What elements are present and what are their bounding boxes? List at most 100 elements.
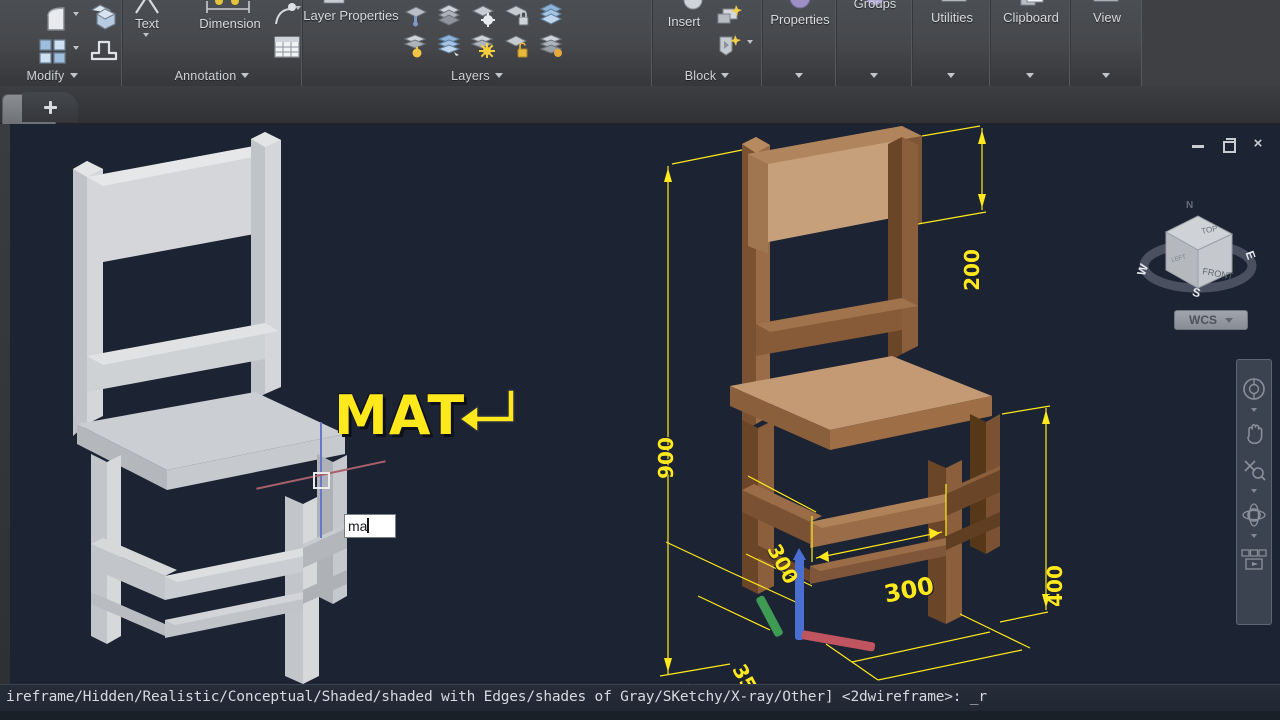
ribbon-panel-groups: Groups [836, 0, 912, 86]
insert-label[interactable]: Insert [653, 14, 715, 29]
chevron-down-icon [947, 73, 955, 78]
ribbon-panel-utilities: Utilities [912, 0, 990, 86]
close-button[interactable]: × [1250, 136, 1266, 152]
layers-title-label: Layers [451, 68, 490, 83]
ribbon: Modify Text Dimension Annotation Layer P… [0, 0, 1280, 86]
compass-n-label: N [1186, 200, 1193, 211]
ribbon-panel-modify: Modify [0, 0, 122, 86]
layer-off-icon[interactable] [399, 31, 433, 61]
utilities-panel-expander[interactable] [913, 65, 989, 86]
viewport-left-edge [0, 124, 10, 684]
view-label[interactable]: View [1071, 10, 1143, 25]
view-panel-body: View [1071, 0, 1141, 65]
navigation-bar [1236, 359, 1272, 625]
clipboard-panel-expander[interactable] [991, 65, 1069, 86]
layer-properties-label[interactable]: Layer Properties [303, 8, 399, 23]
layer-delete-icon[interactable] [535, 31, 569, 61]
layer-freeze-icon[interactable] [467, 0, 501, 30]
3d-array-icon[interactable] [87, 2, 121, 34]
insert-block-top-icon[interactable] [675, 0, 711, 12]
ucs-selector[interactable]: WCS [1174, 310, 1248, 330]
measure-icon[interactable] [937, 0, 971, 8]
paste-icon[interactable] [1015, 0, 1049, 8]
array-icon[interactable] [35, 36, 71, 66]
document-tab-strip [0, 86, 1280, 124]
modify-panel-body [0, 0, 121, 65]
orbit-icon[interactable] [1239, 498, 1269, 532]
text-label[interactable]: Text [123, 16, 171, 31]
drawing-canvas[interactable]: × MAT ma 900 200 300 300 400 350 TOP FRO… [0, 124, 1280, 684]
properties-panel-body: Properties [763, 0, 835, 65]
window-controls: × [1190, 136, 1266, 153]
ribbon-panel-layers: Layer Properties Layers [302, 0, 652, 86]
annotation-panel-body: Text Dimension [123, 0, 301, 65]
annotation-title-label: Annotation [174, 68, 237, 83]
layer-unisolate-icon[interactable] [433, 0, 467, 30]
create-block-icon[interactable] [713, 2, 747, 30]
chevron-down-icon [69, 73, 78, 78]
dynamic-input-value: ma [348, 518, 368, 534]
properties-icon[interactable] [781, 0, 819, 10]
autocad-window: Modify Text Dimension Annotation Layer P… [0, 0, 1280, 720]
new-tab-button[interactable] [22, 92, 78, 122]
block-panel-title[interactable]: Block [653, 65, 761, 86]
minimize-button[interactable] [1190, 136, 1206, 152]
restore-button[interactable] [1220, 136, 1236, 153]
view-cube[interactable]: TOP FRONT LEFT W E S N [1136, 184, 1260, 308]
fillet-dropdown-icon[interactable] [73, 12, 79, 16]
steering-wheel-dropdown-icon[interactable] [1251, 408, 1257, 412]
dynamic-input-field[interactable]: ma [344, 514, 396, 538]
groups-panel-expander[interactable] [837, 65, 911, 86]
zoom-dropdown-icon[interactable] [1251, 489, 1257, 493]
dim-label-200: 200 [959, 249, 984, 291]
properties-panel-expander[interactable] [763, 65, 835, 86]
clipboard-panel-body: Clipboard [991, 0, 1069, 65]
text-caret [367, 518, 369, 533]
show-motion-icon[interactable] [1239, 543, 1269, 577]
layer-isolate-icon[interactable] [399, 0, 433, 30]
steering-wheel-icon[interactable] [1239, 372, 1269, 406]
command-line[interactable]: ireframe/Hidden/Realistic/Conceptual/Sha… [0, 684, 1280, 720]
edit-block-icon[interactable] [713, 32, 747, 60]
layer-on-icon[interactable] [467, 31, 501, 61]
ribbon-empty-area [1142, 0, 1280, 86]
pan-hand-icon[interactable] [1239, 417, 1269, 451]
fillet-icon[interactable] [39, 4, 73, 34]
groups-label[interactable]: Groups [837, 0, 913, 11]
plus-icon [43, 100, 57, 114]
ribbon-panel-block: Insert Block [652, 0, 762, 86]
clipboard-label[interactable]: Clipboard [991, 10, 1071, 25]
layer-lock-icon[interactable] [501, 0, 535, 30]
chevron-down-icon [1026, 73, 1034, 78]
block-panel-body: Insert [653, 0, 761, 65]
chevron-down-icon [241, 73, 250, 78]
view-panel-expander[interactable] [1071, 65, 1141, 86]
chevron-down-icon [494, 73, 503, 78]
wood-chair-model[interactable] [630, 124, 1100, 684]
text-dropdown-icon[interactable] [143, 33, 149, 37]
zoom-extents-icon[interactable] [1239, 453, 1269, 487]
dimension-icon[interactable] [199, 0, 257, 16]
utilities-label[interactable]: Utilities [913, 10, 991, 25]
dimension-label[interactable]: Dimension [175, 16, 285, 31]
ribbon-panel-view: View [1070, 0, 1142, 86]
layers-panel-body: Layer Properties [303, 0, 651, 65]
array-dropdown-icon[interactable] [73, 46, 79, 50]
annotation-panel-title[interactable]: Annotation [123, 65, 301, 86]
ucs-selector-label: WCS [1189, 313, 1217, 327]
leader-icon[interactable] [271, 0, 301, 30]
layer-merge-icon[interactable] [535, 0, 569, 30]
modify-panel-title[interactable]: Modify [0, 65, 121, 86]
table-icon[interactable] [271, 32, 303, 62]
leader-dropdown-icon[interactable] [295, 6, 301, 10]
chevron-down-icon [721, 73, 730, 78]
extrude-icon[interactable] [87, 34, 121, 66]
dim-label-900: 900 [653, 437, 678, 479]
properties-label[interactable]: Properties [763, 12, 837, 27]
layer-match-icon[interactable] [433, 31, 467, 61]
block-dropdown-icon[interactable] [747, 40, 753, 44]
orbit-dropdown-icon[interactable] [1251, 534, 1257, 538]
layers-panel-title[interactable]: Layers [303, 65, 651, 86]
view-icon[interactable] [1089, 0, 1123, 6]
layer-unlock-icon[interactable] [501, 31, 535, 61]
